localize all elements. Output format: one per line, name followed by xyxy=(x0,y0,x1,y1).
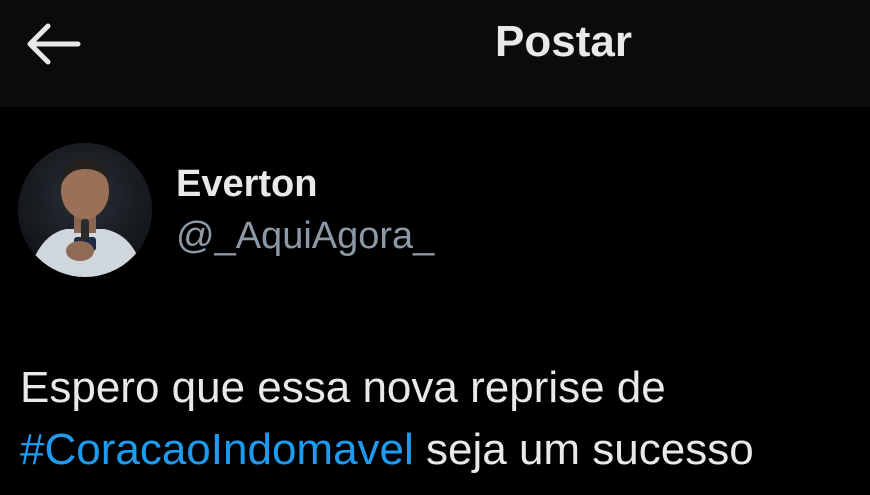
top-bar: Postar xyxy=(0,0,870,107)
author-handle[interactable]: @_AquiAgora_ xyxy=(176,212,434,260)
post-text: Espero que essa nova reprise de #Coracao… xyxy=(20,357,870,481)
page-title: Postar xyxy=(495,17,632,66)
author-display-name[interactable]: Everton xyxy=(176,160,434,208)
arrow-left-icon xyxy=(22,22,82,66)
back-button[interactable] xyxy=(22,22,82,66)
post-author: Everton @_AquiAgora_ xyxy=(176,160,434,260)
post-text-line-1: Espero que essa nova reprise de xyxy=(20,363,666,412)
post-text-line-2: #CoracaoIndomavel seja um sucesso xyxy=(20,419,870,481)
post-text-line-2-rest: seja um sucesso xyxy=(413,425,754,474)
avatar[interactable] xyxy=(18,143,152,277)
hashtag-link[interactable]: #CoracaoIndomavel xyxy=(20,425,414,474)
